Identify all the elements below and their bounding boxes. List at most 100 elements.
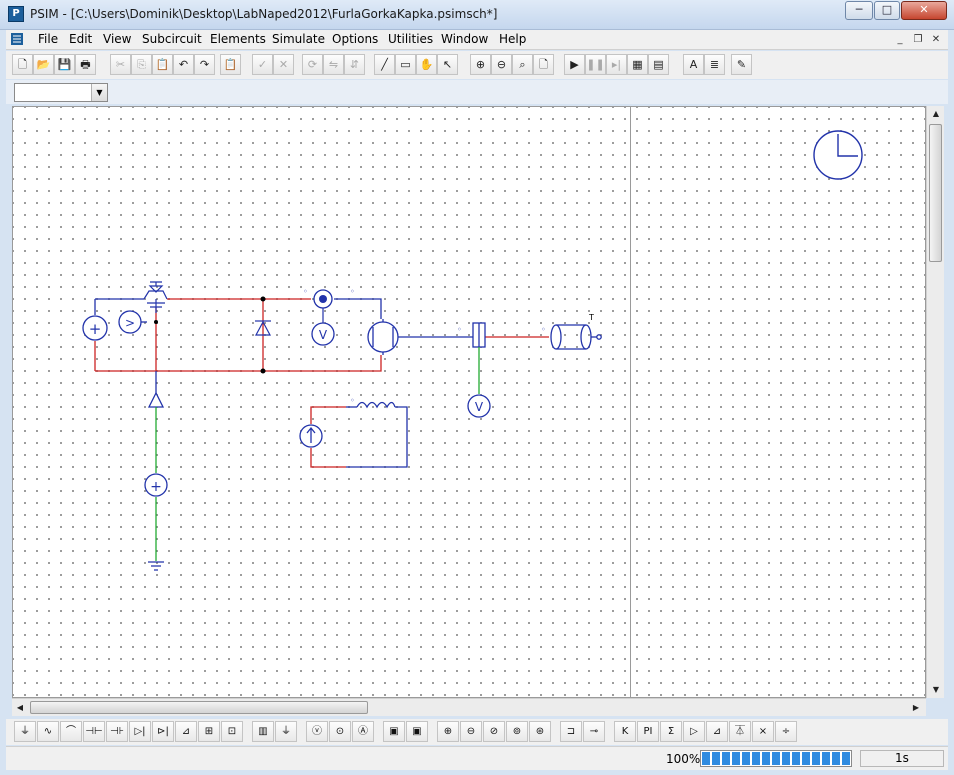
cut-icon[interactable]: ✂ [110, 54, 131, 75]
menu-file[interactable]: File [38, 32, 58, 46]
horizontal-scrollbar[interactable]: ◀ ▶ [12, 698, 926, 716]
ground-node-icon[interactable]: ⏄ [729, 721, 751, 742]
comparator-icon[interactable]: ▷ [683, 721, 705, 742]
simulation-control-clock[interactable] [813, 130, 863, 180]
voltmeter-icon[interactable]: ⊕ [437, 721, 459, 742]
label-icon[interactable]: ▭ [395, 54, 416, 75]
maximize-button[interactable]: □ [874, 1, 900, 20]
ground-symbol[interactable] [148, 561, 164, 571]
mdi-close-button[interactable]: ✕ [928, 32, 944, 47]
capacitor-icon[interactable]: ⊣⊢ [83, 721, 105, 742]
inductor-icon[interactable]: ∿ [37, 721, 59, 742]
vertical-scrollbar[interactable]: ▲ ▼ [926, 106, 944, 698]
print-icon[interactable]: 🖶 [75, 54, 96, 75]
scroll-left-icon[interactable]: ◀ [12, 700, 28, 716]
mechanical-load[interactable]: T [550, 313, 602, 350]
menu-view[interactable]: View [103, 32, 131, 46]
page-icon[interactable]: 🗋 [533, 54, 554, 75]
menu-elements[interactable]: Elements [210, 32, 266, 46]
undo-icon[interactable]: ↶ [173, 54, 194, 75]
gating-block-icon[interactable]: ⊸ [583, 721, 605, 742]
menu-subcircuit[interactable]: Subcircuit [142, 32, 202, 46]
field-inductor[interactable]: ◦ [350, 396, 396, 409]
mdi-restore-button[interactable]: ❐ [910, 32, 926, 47]
dc-voltage-source[interactable]: + [82, 315, 108, 341]
pi-block-icon[interactable]: PI [637, 721, 659, 742]
diode-icon[interactable]: ▷| [129, 721, 151, 742]
zoom-out-icon[interactable]: ⊖ [491, 54, 512, 75]
notes-icon[interactable]: ≣ [704, 54, 725, 75]
pan-hand-icon[interactable]: ✋ [416, 54, 437, 75]
current-source-icon[interactable]: Ⓐ [352, 721, 374, 742]
run-simulation-icon[interactable]: ▶ [564, 54, 585, 75]
library-icon[interactable]: ▤ [648, 54, 669, 75]
flip-tb-icon[interactable]: ⇵ [344, 54, 365, 75]
voltage-probe-icon[interactable]: ⓥ [306, 721, 328, 742]
close-button[interactable]: ✕ [901, 1, 947, 20]
capacitor-polar-icon[interactable]: ⊣⊦ [106, 721, 128, 742]
edit-icon[interactable]: ✎ [731, 54, 752, 75]
ground-icon[interactable]: ⏚ [275, 721, 297, 742]
limiter-icon[interactable]: ⊿ [706, 721, 728, 742]
menu-options[interactable]: Options [332, 32, 378, 46]
multiplier-icon[interactable]: × [752, 721, 774, 742]
scroll-right-icon[interactable]: ▶ [908, 700, 924, 716]
current-sensor[interactable]: ◦ ◦ [303, 287, 355, 323]
paste-icon[interactable]: 📋 [152, 54, 173, 75]
bridge-icon[interactable]: ▥ [252, 721, 274, 742]
k-gain-icon[interactable]: K [614, 721, 636, 742]
sine-source-icon[interactable]: ⊚ [506, 721, 528, 742]
vertical-scroll-thumb[interactable] [929, 124, 942, 262]
scope-icon[interactable]: ▣ [383, 721, 405, 742]
pointer-icon[interactable]: ↖ [437, 54, 458, 75]
step-icon[interactable]: ▸| [606, 54, 627, 75]
thyristor-icon[interactable]: ⊳| [152, 721, 174, 742]
simview-icon[interactable]: ▦ [627, 54, 648, 75]
gating-comparator[interactable]: > [118, 310, 147, 334]
horizontal-scroll-thumb[interactable] [30, 701, 368, 714]
wire-icon[interactable]: ╱ [374, 54, 395, 75]
divider-icon[interactable]: ÷ [775, 721, 797, 742]
scroll-up-icon[interactable]: ▲ [928, 106, 944, 122]
rotate-icon[interactable]: ⟳ [302, 54, 323, 75]
menu-utilities[interactable]: Utilities [388, 32, 433, 46]
menu-window[interactable]: Window [441, 32, 488, 46]
mosfet-icon[interactable]: ⊞ [198, 721, 220, 742]
voltmeter-speed[interactable]: V [467, 394, 491, 418]
pause-icon[interactable]: ❚❚ [585, 54, 606, 75]
clipboard-icon[interactable]: 📋 [220, 54, 241, 75]
scope-2-icon[interactable]: ▣ [406, 721, 428, 742]
cancel-icon[interactable]: ✕ [273, 54, 294, 75]
flip-lr-icon[interactable]: ⇋ [323, 54, 344, 75]
element-combo-box[interactable]: ▼ [14, 83, 108, 102]
new-icon[interactable]: 🗋 [12, 54, 33, 75]
check-icon[interactable]: ✓ [252, 54, 273, 75]
scroll-down-icon[interactable]: ▼ [928, 682, 944, 698]
mdi-minimize-button[interactable]: _ [892, 32, 908, 47]
step-source-icon[interactable]: ⊛ [529, 721, 551, 742]
ac-source-icon[interactable]: ⊙ [329, 721, 351, 742]
copy-icon[interactable]: ⎘ [131, 54, 152, 75]
chevron-down-icon[interactable]: ▼ [91, 84, 107, 101]
zoom-fit-icon[interactable]: ⌕ [512, 54, 533, 75]
menu-edit[interactable]: Edit [69, 32, 92, 46]
summer-icon[interactable]: Σ [660, 721, 682, 742]
voltmeter-armature[interactable]: V [311, 322, 335, 346]
text-icon[interactable]: A [683, 54, 704, 75]
dc-machine[interactable] [367, 319, 399, 355]
switch-controller-icon[interactable]: ⊐ [560, 721, 582, 742]
inductor-coil-icon[interactable]: ⌒ [60, 721, 82, 742]
menu-icon[interactable] [10, 32, 24, 49]
resistor-icon[interactable]: ⏚ [14, 721, 36, 742]
igbt-icon[interactable]: ⊿ [175, 721, 197, 742]
switch-module-icon[interactable]: ⊡ [221, 721, 243, 742]
dc-voltage-source-control[interactable]: + [144, 473, 168, 497]
speed-sensor[interactable] [472, 322, 486, 394]
menu-simulate[interactable]: Simulate [272, 32, 325, 46]
zoom-in-icon[interactable]: ⊕ [470, 54, 491, 75]
dc-source-icon[interactable]: ⊘ [483, 721, 505, 742]
minimize-button[interactable]: ─ [845, 1, 873, 20]
field-current-source[interactable] [299, 424, 323, 448]
menu-help[interactable]: Help [499, 32, 526, 46]
save-icon[interactable]: 💾 [54, 54, 75, 75]
